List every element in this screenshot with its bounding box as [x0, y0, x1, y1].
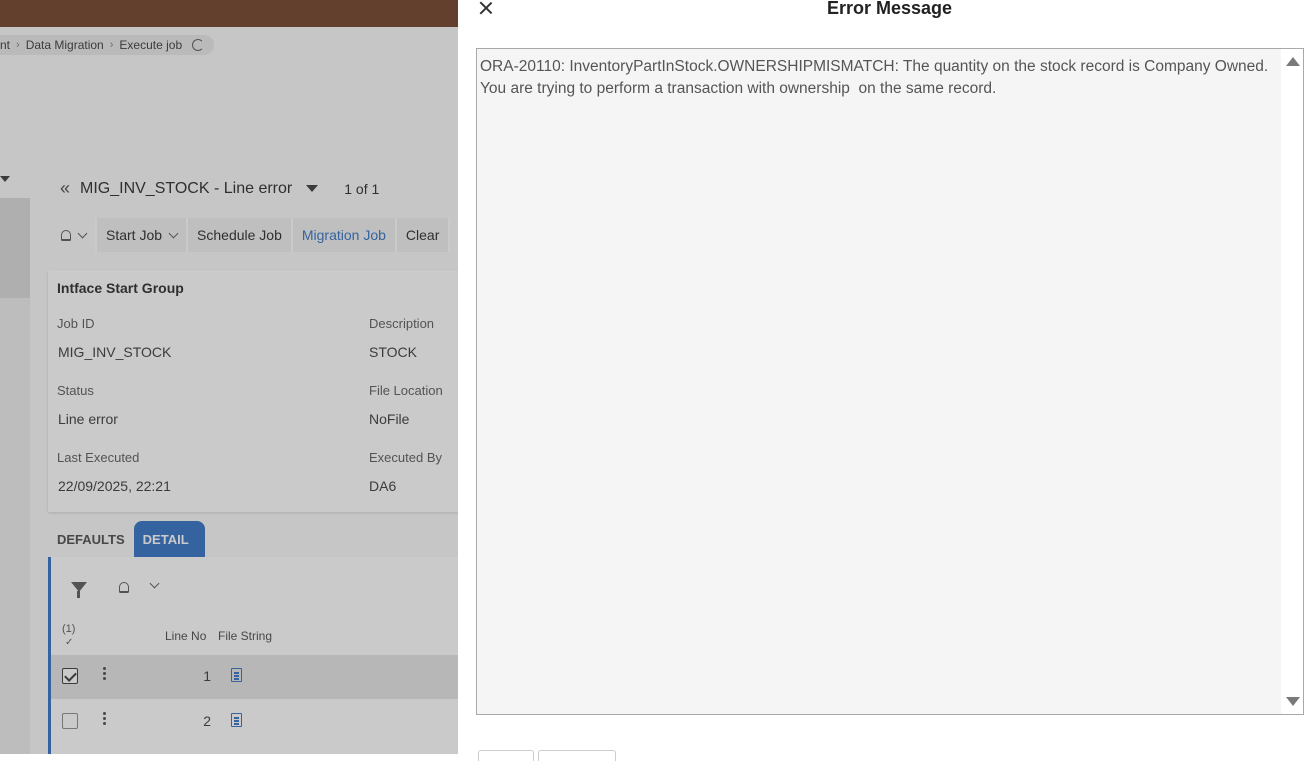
modal-overlay[interactable]	[0, 0, 458, 754]
error-message-textarea[interactable]: ORA-20110: InventoryPartInStock.OWNERSHI…	[476, 48, 1304, 715]
dialog-title: Error Message	[827, 0, 953, 18]
dialog-footer-button[interactable]	[538, 750, 616, 761]
dialog-footer-button[interactable]	[478, 750, 534, 761]
scroll-down-arrow-icon[interactable]	[1286, 697, 1300, 706]
close-icon[interactable]	[479, 1, 493, 15]
scrollbar[interactable]	[1281, 49, 1303, 714]
error-message-text[interactable]: ORA-20110: InventoryPartInStock.OWNERSHI…	[480, 56, 1270, 100]
scroll-up-arrow-icon[interactable]	[1286, 57, 1300, 66]
